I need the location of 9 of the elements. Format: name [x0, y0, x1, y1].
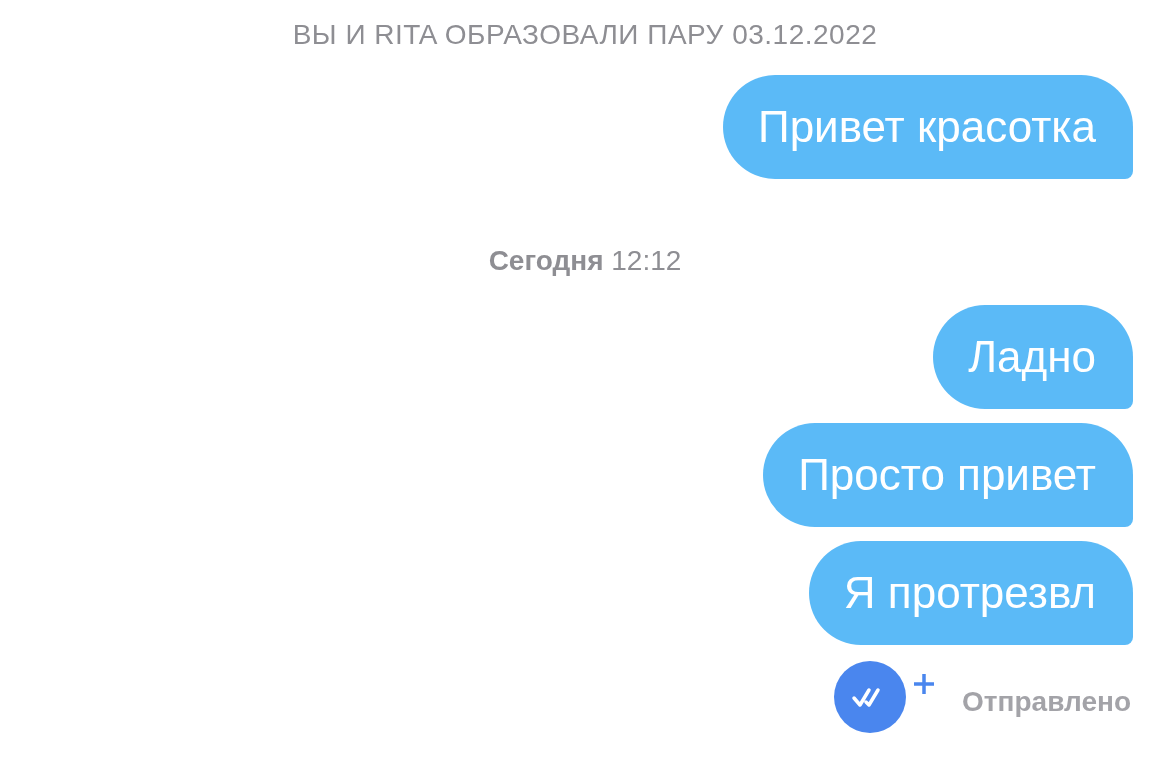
message-bubble: Привет красотка — [723, 75, 1133, 179]
plus-icon — [913, 673, 936, 695]
message-time: Сегодня 12:12 — [488, 244, 682, 278]
message-bubble: Я протрезвл — [808, 541, 1133, 645]
message-bubble: Ладно — [933, 305, 1133, 409]
double-check-icon — [834, 661, 907, 733]
status-text: Отправлено — [962, 686, 1131, 718]
message-bubble: Просто привет — [763, 423, 1133, 527]
match-notice-text: ВЫ И RITA ОБРАЗОВАЛИ ПАРУ 03.12.2022 — [292, 18, 878, 52]
